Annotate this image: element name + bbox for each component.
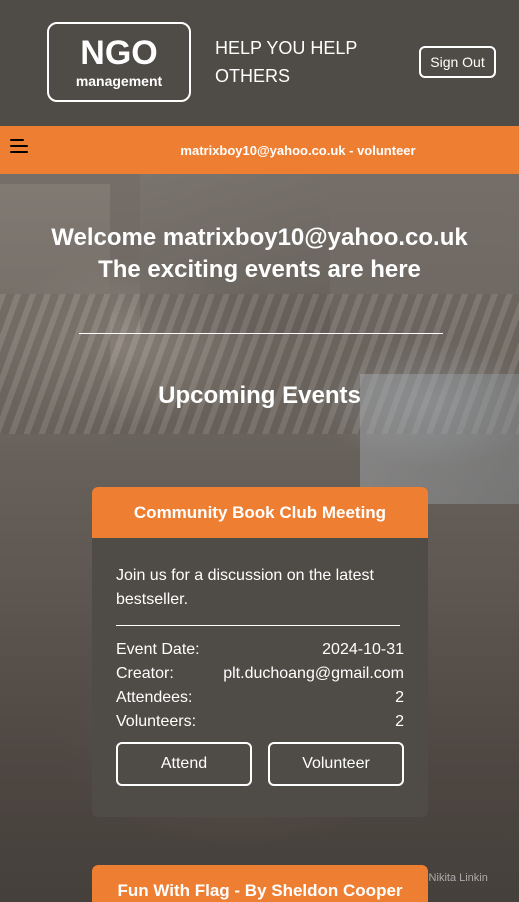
event-volunteers-value: 2 (395, 713, 404, 730)
welcome-line-2: The exciting events are here (98, 256, 421, 283)
event-volunteers-label: Volunteers: (116, 713, 197, 730)
current-user-label: matrixboy10@yahoo.co.uk - volunteer (180, 143, 416, 158)
welcome-heading: Welcome matrixboy10@yahoo.co.uk The exci… (20, 222, 499, 286)
event-divider (116, 625, 400, 626)
attend-button[interactable]: Attend (116, 742, 252, 786)
event-card: Fun With Flag - By Sheldon Cooper (92, 865, 428, 902)
tagline-line-2: OTHERS (215, 66, 291, 86)
event-title: Fun With Flag - By Sheldon Cooper (92, 865, 428, 902)
event-attendees-row: Attendees: 2 (116, 686, 404, 710)
event-creator-label: Creator: (116, 665, 174, 682)
event-date-row: Event Date: 2024-10-31 (116, 638, 404, 662)
event-volunteers-row: Volunteers: 2 (116, 710, 404, 734)
hero-divider (79, 333, 443, 334)
event-creator-value: plt.duchoang@gmail.com (223, 665, 404, 682)
hamburger-menu-icon[interactable] (10, 138, 28, 154)
logo-subtitle: management (75, 73, 163, 89)
event-date-value: 2024-10-31 (322, 641, 404, 658)
photo-credit: y Nikita Linkin (420, 872, 488, 884)
event-description: Join us for a discussion on the latest b… (116, 567, 374, 608)
header: NGO management HELP YOU HELP OTHERS Sign… (0, 0, 519, 126)
upcoming-events-title: Upcoming Events (158, 382, 361, 409)
ngo-logo[interactable]: NGO management (47, 22, 191, 102)
volunteer-button[interactable]: Volunteer (268, 742, 404, 786)
event-title: Community Book Club Meeting (92, 487, 428, 538)
event-attendees-value: 2 (395, 689, 404, 706)
hero-section: Welcome matrixboy10@yahoo.co.uk The exci… (0, 174, 519, 902)
sign-out-button[interactable]: Sign Out (419, 46, 496, 78)
tagline-line-1: HELP YOU HELP (215, 38, 358, 58)
event-card: Community Book Club Meeting Join us for … (92, 487, 428, 817)
event-creator-row: Creator: plt.duchoang@gmail.com (116, 662, 404, 686)
event-attendees-label: Attendees: (116, 689, 193, 706)
welcome-line-1: Welcome matrixboy10@yahoo.co.uk (51, 224, 468, 251)
tagline: HELP YOU HELP OTHERS (215, 34, 395, 90)
event-date-label: Event Date: (116, 641, 200, 658)
logo-title: NGO (80, 34, 158, 72)
